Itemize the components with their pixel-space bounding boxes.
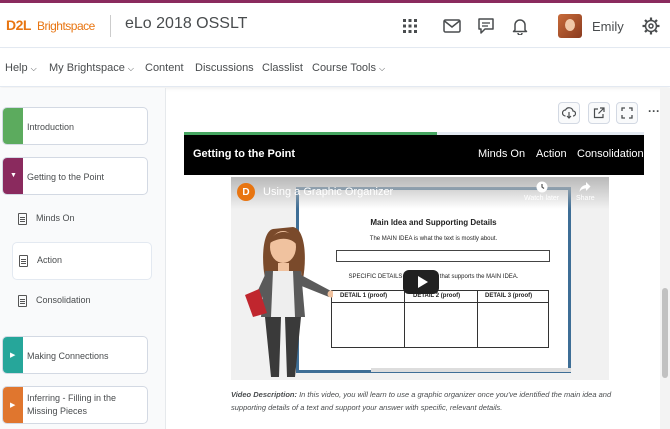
bell-icon[interactable] <box>510 16 530 36</box>
header: D2L Brightspace eLo 2018 OSSLT Emily <box>0 3 670 48</box>
nav-help[interactable]: Help ⌵ <box>5 62 37 74</box>
username[interactable]: Emily <box>592 19 624 34</box>
table-divider <box>477 291 478 347</box>
share-icon <box>579 182 591 192</box>
page-scrollbar[interactable] <box>660 88 670 429</box>
whiteboard-tray <box>371 368 571 372</box>
document-icon <box>18 295 27 307</box>
link-consolidation[interactable]: Consolidation <box>577 148 644 160</box>
gear-icon[interactable] <box>641 16 661 36</box>
nav-help-label: Help <box>5 62 28 74</box>
board-main-idea-text: The MAIN IDEA is what the text is mostly… <box>369 236 498 242</box>
table-divider <box>404 291 405 347</box>
logo-brightspace: Brightspace <box>36 19 95 33</box>
fullscreen-icon[interactable] <box>616 102 638 124</box>
video-title[interactable]: Using a Graphic Organizer <box>263 186 393 198</box>
watch-later-label: Watch later <box>524 195 560 202</box>
watch-later-button[interactable]: Watch later <box>524 181 559 202</box>
video-description: Video Description: In this video, you wi… <box>231 388 621 414</box>
play-button[interactable] <box>403 270 439 294</box>
channel-avatar[interactable]: D <box>237 183 255 201</box>
teacher-illustration <box>245 227 333 377</box>
table-header-cell: DETAIL 3 (proof) <box>485 293 533 299</box>
link-action[interactable]: Action <box>536 148 567 160</box>
topic-label: Consolidation <box>36 295 91 305</box>
link-minds-on[interactable]: Minds On <box>478 148 525 160</box>
clock-icon <box>536 181 548 193</box>
chevron-down-icon: ⌵ <box>127 64 134 73</box>
scrollbar-thumb[interactable] <box>662 288 668 378</box>
open-new-window-icon[interactable] <box>588 102 610 124</box>
document-icon <box>18 213 27 225</box>
caret-down-icon[interactable]: ▼ <box>10 172 17 179</box>
nav-course-tools[interactable]: Course Tools ⌵ <box>312 62 385 74</box>
table-header-cell: DETAIL 1 (proof) <box>340 293 388 299</box>
caret-right-icon[interactable]: ▶ <box>10 401 15 409</box>
mail-icon[interactable] <box>442 16 462 36</box>
video-player[interactable]: Main Idea and Supporting Details The MAI… <box>231 177 609 380</box>
board-details-table: DETAIL 1 (proof) DETAIL 2 (proof) DETAIL… <box>331 290 549 348</box>
topic-label: Minds On <box>36 213 75 223</box>
module-label: Making Connections <box>27 351 109 361</box>
module-label: Inferring - Filling in the Missing Piece… <box>27 393 117 416</box>
download-icon[interactable] <box>558 102 580 124</box>
nav-my-brightspace-label: My Brightspace <box>49 62 125 74</box>
more-options-icon[interactable]: ··· <box>648 104 660 118</box>
share-button[interactable]: Share <box>576 181 595 202</box>
video-description-label: Video Description: <box>231 390 297 399</box>
nav-content[interactable]: Content <box>145 62 184 74</box>
chevron-down-icon: ⌵ <box>379 64 386 73</box>
module-getting-to-the-point[interactable]: ▼ Getting to the Point <box>2 157 148 195</box>
brightspace-logo[interactable]: D2L Brightspace <box>6 17 95 33</box>
chat-icon[interactable] <box>476 16 496 36</box>
lesson-title: Getting to the Point <box>193 148 296 160</box>
nav-my-brightspace[interactable]: My Brightspace ⌵ <box>49 62 134 74</box>
chevron-down-icon: ⌵ <box>30 64 37 73</box>
content-sidebar: Introduction ▼ Getting to the Point Mind… <box>0 88 166 429</box>
module-inferring[interactable]: ▶ Inferring - Filling in the Missing Pie… <box>2 386 148 424</box>
topic-action[interactable]: Action <box>12 242 152 280</box>
document-icon <box>19 255 28 267</box>
nav-discussions[interactable]: Discussions <box>195 62 254 74</box>
course-selector-grid-icon[interactable] <box>400 16 420 36</box>
avatar[interactable] <box>558 14 582 38</box>
board-main-idea-box <box>336 250 550 262</box>
topic-label: Action <box>37 255 63 265</box>
module-color-bar <box>3 108 23 144</box>
topic-minds-on[interactable]: Minds On <box>12 201 152 239</box>
share-label: Share <box>576 195 595 202</box>
course-title[interactable]: eLo 2018 OSSLT <box>125 15 247 33</box>
module-introduction[interactable]: Introduction <box>2 107 148 145</box>
board-title: Main Idea and Supporting Details <box>370 218 497 227</box>
module-label: Getting to the Point <box>27 172 105 182</box>
topic-consolidation[interactable]: Consolidation <box>12 283 152 321</box>
caret-right-icon[interactable]: ▶ <box>10 351 15 359</box>
lesson-banner: Getting to the Point Minds On Action Con… <box>184 135 644 175</box>
course-navbar: Help ⌵ My Brightspace ⌵ Content Discussion… <box>0 49 670 87</box>
nav-course-tools-label: Course Tools <box>312 62 376 74</box>
module-label: Introduction <box>27 122 75 132</box>
module-making-connections[interactable]: ▶ Making Connections <box>2 336 148 374</box>
header-divider <box>110 15 111 37</box>
logo-d2l: D2L <box>6 17 31 33</box>
main-content: ··· Getting to the Point Minds On Action… <box>170 88 660 429</box>
nav-classlist[interactable]: Classlist <box>262 62 303 74</box>
